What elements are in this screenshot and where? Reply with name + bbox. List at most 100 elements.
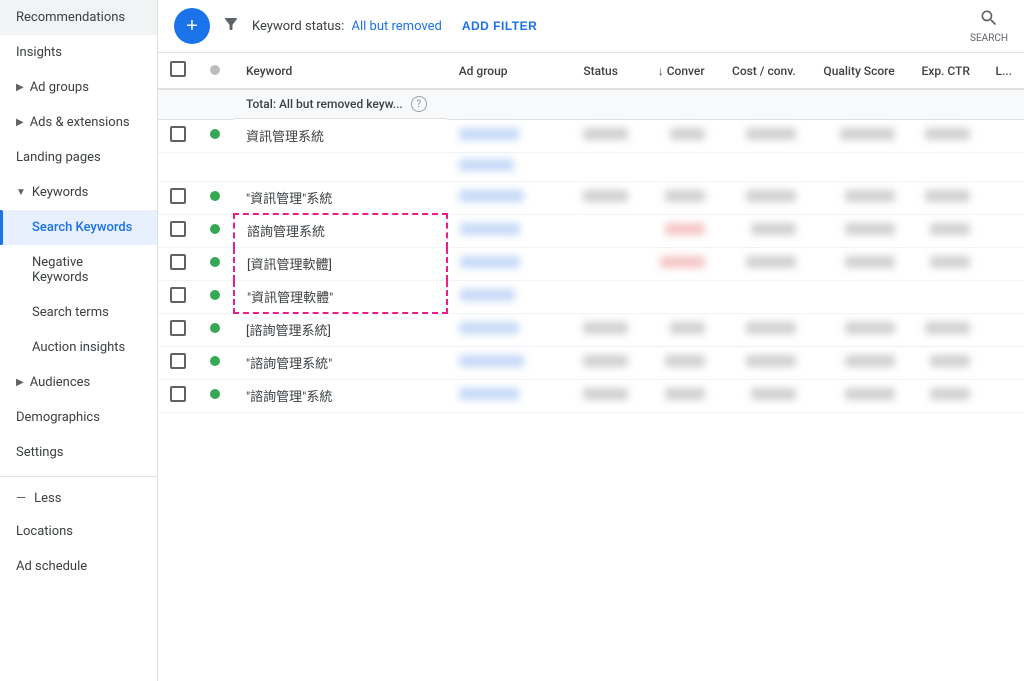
table-row: "資訊管理"系統 [158,181,1024,214]
row-checkbox[interactable] [170,188,186,204]
row-status-dot-cell [198,280,234,313]
chevron-right-icon: ▶ [16,82,24,93]
row-last-col [982,247,1024,280]
table-row: "諮詢管理系統" [158,346,1024,379]
table-row: [資訊管理軟體] [158,247,1024,280]
col-last[interactable]: L... [982,53,1024,89]
table-row: 資訊管理系統 [158,119,1024,152]
col-conversions[interactable]: ↓ Conver [643,53,717,89]
sidebar-item-search-keywords[interactable]: Search Keywords [0,210,157,245]
row-keyword[interactable]: 資訊管理系統 [234,119,447,152]
row-checkbox[interactable] [170,287,186,303]
sidebar-item-label: Recommendations [16,10,125,25]
row-checkbox-cell[interactable] [158,379,198,412]
sidebar-item-ad-schedule[interactable]: Ad schedule [0,549,157,584]
row-checkbox[interactable] [170,320,186,336]
sidebar-item-audiences[interactable]: ▶ Audiences [0,365,157,400]
sidebar-item-label: Settings [16,445,63,460]
row-exp-ctr [907,346,982,379]
total-status [198,89,234,119]
row-conversions [643,346,717,379]
row-checkbox-cell[interactable] [158,313,198,346]
header-checkbox[interactable] [170,61,186,77]
col-status[interactable]: Status [571,53,643,89]
row-keyword[interactable]: "諮詢管理"系統 [234,379,447,412]
row-status-col [571,181,643,214]
sidebar-item-auction-insights[interactable]: Auction insights [0,330,157,365]
sidebar-item-recommendations[interactable]: Recommendations [0,0,157,35]
row-keyword[interactable]: [諮詢管理系統] [234,313,447,346]
row-checkbox-cell[interactable] [158,247,198,280]
row-status-dot-cell [198,346,234,379]
row-cost-conv [717,119,808,152]
row-conversions [643,280,717,313]
row-checkbox-cell[interactable] [158,181,198,214]
row-checkbox[interactable] [170,386,186,402]
sidebar-item-negative-keywords[interactable]: Negative Keywords [0,245,157,295]
sidebar-less-toggle[interactable]: — Less [0,483,157,514]
sidebar-item-label: Keywords [32,185,88,200]
help-icon[interactable]: ? [411,96,427,112]
row-status-dot-cell [198,247,234,280]
row-keyword[interactable]: 諮詢管理系統 [234,214,447,247]
add-button[interactable]: + [174,8,210,44]
sidebar-item-search-terms[interactable]: Search terms [0,295,157,330]
row-checkbox-cell[interactable] [158,152,198,181]
row-checkbox-cell[interactable] [158,280,198,313]
total-cost [717,89,808,119]
row-checkbox[interactable] [170,221,186,237]
row-conversions [643,181,717,214]
table-row: [諮詢管理系統] [158,313,1024,346]
col-keyword[interactable]: Keyword [234,53,447,89]
row-last-col [982,119,1024,152]
row-status-col [571,247,643,280]
sidebar-item-settings[interactable]: Settings [0,435,157,470]
sidebar-item-landing-pages[interactable]: Landing pages [0,140,157,175]
sidebar-item-ads-extensions[interactable]: ▶ Ads & extensions [0,105,157,140]
sidebar-item-ad-groups[interactable]: ▶ Ad groups [0,70,157,105]
row-checkbox[interactable] [170,353,186,369]
sidebar-item-label: Ads & extensions [30,115,130,130]
row-keyword[interactable]: "資訊管理"系統 [234,181,447,214]
status-dot [210,389,220,399]
sidebar-item-insights[interactable]: Insights [0,35,157,70]
row-adgroup [447,214,572,247]
col-quality-score[interactable]: Quality Score [808,53,907,89]
row-checkbox-cell[interactable] [158,214,198,247]
col-checkbox[interactable] [158,53,198,89]
row-cost-conv [717,214,808,247]
sidebar-item-label: Ad schedule [16,559,87,574]
row-last-col [982,214,1024,247]
col-cost-conv[interactable]: Cost / conv. [717,53,808,89]
sidebar-less-label: Less [34,491,61,506]
row-status-col [571,119,643,152]
col-exp-ctr[interactable]: Exp. CTR [907,53,982,89]
row-checkbox-cell[interactable] [158,119,198,152]
row-status-col [571,346,643,379]
sidebar-item-demographics[interactable]: Demographics [0,400,157,435]
keyword-table-container[interactable]: Keyword Ad group Status ↓ Conver Cost / … [158,53,1024,681]
row-last-col [982,280,1024,313]
row-adgroup [447,119,572,152]
row-cost-conv [717,379,808,412]
add-filter-button[interactable]: ADD FILTER [454,15,545,37]
row-keyword[interactable]: "資訊管理軟體" [234,280,447,313]
col-adgroup[interactable]: Ad group [447,53,572,89]
total-label: Total: All but removed keyw... ? [234,90,447,119]
sidebar-item-label: Ad groups [30,80,89,95]
total-conv [643,89,717,119]
row-keyword[interactable]: [資訊管理軟體] [234,247,447,280]
sidebar-item-keywords[interactable]: ▼ Keywords [0,175,157,210]
filter-icon[interactable] [222,15,240,37]
sidebar-item-locations[interactable]: Locations [0,514,157,549]
search-button[interactable]: SEARCH [970,8,1008,44]
sidebar-item-label: Landing pages [16,150,101,165]
row-cost-conv [717,181,808,214]
table-header-row: Keyword Ad group Status ↓ Conver Cost / … [158,53,1024,89]
row-checkbox[interactable] [170,254,186,270]
row-checkbox[interactable] [170,126,186,142]
row-last-col [982,379,1024,412]
row-keyword[interactable] [234,152,447,181]
row-checkbox-cell[interactable] [158,346,198,379]
row-keyword[interactable]: "諮詢管理系統" [234,346,447,379]
